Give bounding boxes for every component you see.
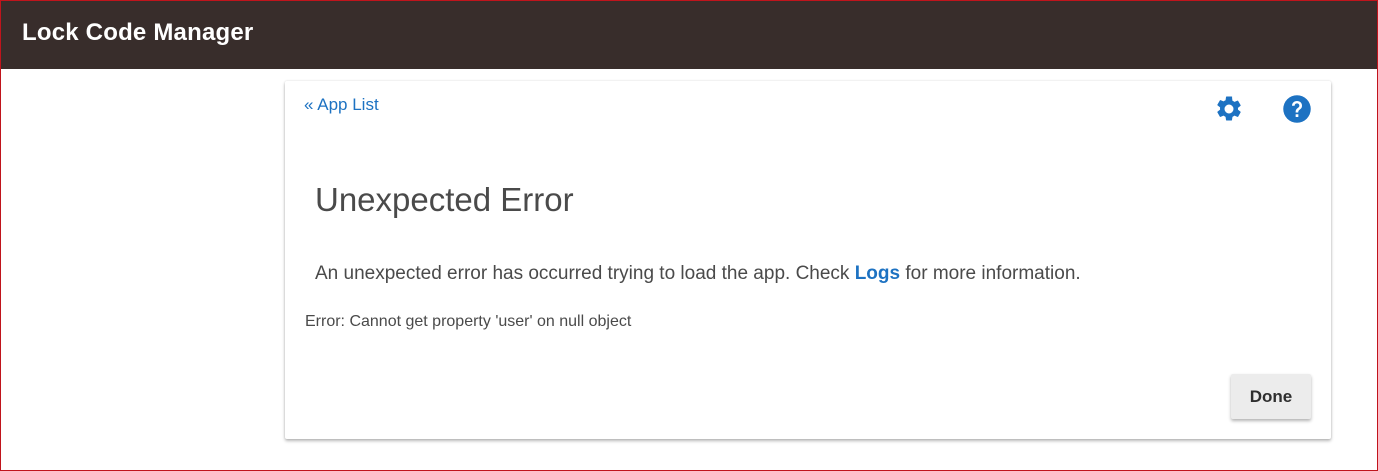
error-card: « App List Unexpected Error An unexpecte… — [285, 81, 1331, 439]
error-message-text: An unexpected error has occurred trying … — [315, 263, 855, 284]
error-title: Unexpected Error — [315, 181, 574, 218]
gear-icon — [1217, 96, 1241, 121]
error-detail: Error: Cannot get property 'user' on nul… — [305, 313, 632, 330]
error-message: An unexpected error has occurred trying … — [315, 263, 1081, 285]
app-title: Lock Code Manager — [22, 19, 254, 46]
top-bar: Lock Code Manager — [1, 1, 1377, 69]
done-button[interactable]: Done — [1231, 374, 1311, 419]
help-icon — [1283, 95, 1311, 123]
app-window: Lock Code Manager « App List Unexpected … — [0, 0, 1378, 471]
error-message-suffix: for more information. — [900, 263, 1081, 284]
app-list-back-link[interactable]: « App List — [304, 95, 379, 115]
logs-link[interactable]: Logs — [855, 263, 900, 284]
settings-button[interactable] — [1214, 94, 1244, 124]
help-button[interactable] — [1282, 94, 1312, 124]
